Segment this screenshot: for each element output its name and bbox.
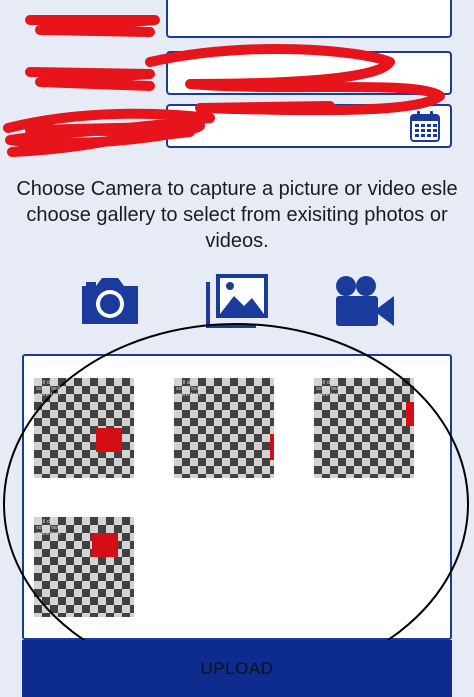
thumbnail-caption: Cell data some text more text xyxy=(176,380,202,398)
thumbnail-red-square xyxy=(92,533,118,557)
camera-button[interactable] xyxy=(78,272,142,330)
form-input-2[interactable] xyxy=(166,51,452,95)
gallery-icon xyxy=(206,274,268,328)
media-thumbnail[interactable]: Cell data some text more text xyxy=(314,378,414,478)
calendar-icon[interactable] xyxy=(408,110,442,144)
media-thumbnail[interactable]: Cell data some text more text xyxy=(34,517,134,617)
date-input[interactable] xyxy=(166,104,452,148)
video-camera-icon xyxy=(336,276,394,326)
instructions-text: Choose Camera to capture a picture or vi… xyxy=(16,178,458,252)
thumbnail-red-square xyxy=(96,428,122,452)
video-camera-button[interactable] xyxy=(332,272,398,330)
thumbnail-caption: Cell data some text more text xyxy=(316,380,342,398)
thumbnail-caption: Cell data some text more text xyxy=(36,380,62,398)
form-input-1[interactable] xyxy=(166,0,452,38)
media-preview-panel: Cell data some text more text Cell data … xyxy=(22,354,452,640)
media-thumbnail[interactable]: Cell data some text more text xyxy=(34,378,134,478)
thumbnail-caption: Cell data some text more text xyxy=(36,519,62,537)
thumbnail-red-square xyxy=(270,434,274,460)
thumbnail-red-square xyxy=(406,402,414,426)
media-thumbnail[interactable]: Cell data some text more text xyxy=(174,378,274,478)
camera-icon xyxy=(82,278,138,324)
gallery-button[interactable] xyxy=(204,272,270,330)
upload-button[interactable]: UPLOAD xyxy=(22,640,452,697)
